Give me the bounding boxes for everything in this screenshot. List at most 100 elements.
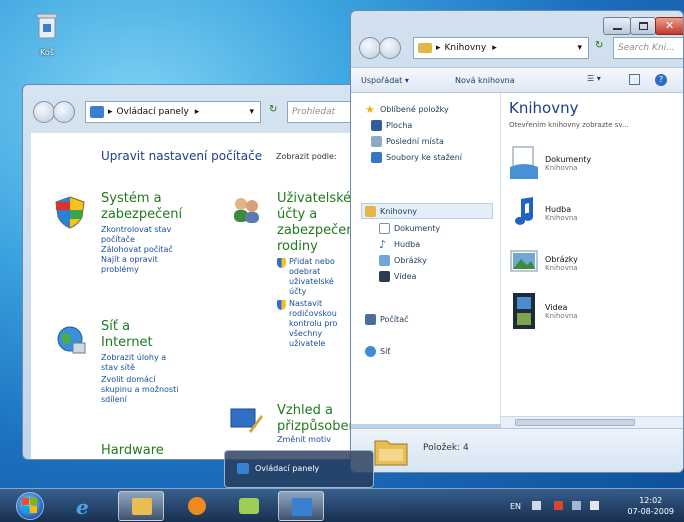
item-name: Obrázky — [545, 254, 578, 264]
keyboard-icon[interactable] — [532, 501, 541, 510]
forward-button[interactable] — [379, 37, 401, 59]
library-item-pictures[interactable]: Obrázky Knihovna — [509, 245, 578, 281]
chevron-down-icon[interactable]: ▾ — [249, 107, 254, 117]
language-indicator[interactable]: EN — [510, 502, 521, 511]
clock[interactable]: 12:02 07-08-2009 — [628, 495, 675, 517]
address-crumb[interactable]: Ovládací panely — [117, 107, 189, 117]
nav-computer[interactable]: Počítač — [365, 311, 409, 327]
action-center-icon[interactable] — [554, 501, 563, 510]
link-change-theme[interactable]: Změnit motiv — [277, 435, 357, 445]
music-library-icon — [515, 197, 533, 225]
recycle-bin-icon — [36, 13, 58, 39]
taskbar-control-panel[interactable] — [278, 491, 324, 521]
preview-pane-icon[interactable] — [629, 74, 640, 85]
help-icon[interactable]: ? — [655, 74, 667, 86]
nav-label: Hudba — [394, 239, 421, 249]
organize-button[interactable]: Uspořádat ▾ — [361, 76, 409, 85]
nav-label: Dokumenty — [394, 223, 441, 233]
breadcrumb-arrow-icon: ▸ — [492, 43, 497, 53]
desktop-icon — [371, 119, 382, 131]
taskbar-explorer[interactable] — [118, 491, 164, 521]
scroll-thumb[interactable] — [515, 419, 635, 426]
taskbar-internet-explorer[interactable]: e — [62, 491, 108, 521]
item-type: Knihovna — [545, 163, 578, 172]
taskbar-media-player[interactable] — [174, 491, 220, 521]
control-panel-window[interactable]: ▸ Ovládací panely ▸ ▾ ↻ Prohledat Upravi… — [22, 84, 362, 460]
category-title[interactable]: účty a — [277, 207, 357, 223]
nav-documents[interactable]: Dokumenty — [379, 220, 440, 236]
item-name: Videa — [545, 302, 568, 312]
taskbar-app[interactable] — [226, 491, 272, 521]
category-title[interactable]: rodiny — [277, 239, 357, 255]
link-add-remove-accounts[interactable]: Přidat nebo odebrat uživatelské účty — [277, 257, 349, 297]
back-button[interactable] — [33, 101, 55, 123]
control-panel-icon — [90, 106, 104, 118]
nav-network[interactable]: Síť — [365, 343, 390, 359]
category-title[interactable]: Hardware — [101, 443, 164, 459]
category-title[interactable]: Vzhled a — [277, 403, 357, 419]
new-library-button[interactable]: Nová knihovna — [455, 76, 515, 85]
start-button[interactable] — [16, 492, 44, 520]
category-title[interactable]: zabezpečení — [277, 223, 358, 239]
link-network-status[interactable]: Zobrazit úlohy a stav sítě — [101, 353, 179, 373]
nav-label: Počítač — [380, 314, 409, 324]
item-name: Hudba — [545, 204, 572, 214]
taskbar-thumbnail[interactable]: Ovládací panely — [224, 450, 374, 488]
nav-music[interactable]: ♪ Hudba — [379, 236, 420, 252]
documents-library-icon — [510, 146, 538, 179]
maximize-icon — [639, 22, 648, 30]
users-icon — [234, 198, 259, 223]
recycle-bin[interactable]: Koš — [30, 12, 64, 59]
clock-date: 07-08-2009 — [627, 507, 675, 516]
folder-icon — [132, 498, 152, 515]
nav-label: Videa — [394, 271, 417, 281]
search-input[interactable]: Search Kni... — [613, 37, 683, 59]
details-pane: Položek: 4 — [351, 428, 683, 472]
back-button[interactable] — [359, 37, 381, 59]
category-title[interactable]: Uživatelské — [277, 191, 357, 207]
category-title[interactable]: Systém a — [101, 191, 182, 207]
category-title[interactable]: Internet — [101, 335, 179, 351]
address-bar[interactable]: ▸ Knihovny ▸ ▾ — [413, 37, 589, 59]
library-item-documents[interactable]: Dokumenty Knihovna — [509, 145, 591, 181]
media-player-icon — [188, 497, 206, 515]
nav-label: Poslední místa — [386, 136, 444, 146]
nav-downloads[interactable]: Soubory ke stažení — [371, 149, 462, 165]
refresh-icon[interactable]: ↻ — [269, 104, 277, 115]
videos-library-icon — [513, 293, 535, 329]
category-title[interactable]: Síť a — [101, 319, 179, 335]
view-options-icon[interactable]: ☰ ▾ — [587, 74, 601, 83]
control-panel-icon — [237, 463, 249, 474]
library-item-videos[interactable]: Videa Knihovna — [509, 291, 578, 331]
forward-button[interactable] — [53, 101, 75, 123]
link-troubleshoot[interactable]: Najít a opravit problémy — [101, 255, 181, 275]
nav-desktop[interactable]: Plocha — [371, 117, 412, 133]
nav-favorites[interactable]: ★ Oblíbené položky — [365, 101, 449, 117]
refresh-icon[interactable]: ↻ — [595, 40, 603, 51]
nav-libraries[interactable]: Knihovny — [361, 203, 493, 219]
close-button[interactable]: ✕ — [655, 17, 683, 35]
minimize-button[interactable] — [603, 17, 631, 35]
link-backup[interactable]: Zálohovat počítač — [101, 245, 181, 255]
libraries-window[interactable]: ✕ ▸ Knihovny ▸ ▾ ↻ Search Kni... Uspořád… — [350, 10, 684, 473]
horizontal-scrollbar[interactable] — [501, 416, 683, 428]
downloads-icon — [371, 151, 382, 163]
address-crumb[interactable]: Knihovny — [445, 43, 487, 53]
maximize-button[interactable] — [630, 17, 656, 35]
address-bar[interactable]: ▸ Ovládací panely ▸ ▾ — [85, 101, 261, 123]
link-homegroup[interactable]: Zvolit domácí skupinu a možnosti sdílení — [101, 375, 179, 405]
library-item-music[interactable]: Hudba Knihovna — [509, 195, 578, 231]
music-icon: ♪ — [379, 237, 387, 251]
link-parental-controls[interactable]: Nastavit rodičovskou kontrolu pro všechn… — [277, 299, 349, 349]
network-icon[interactable] — [572, 501, 581, 510]
category-title[interactable]: zabezpečení — [101, 207, 182, 223]
link-check-status[interactable]: Zkontrolovat stav počítače — [101, 225, 181, 245]
category-title[interactable]: přizpůsobení — [277, 419, 360, 435]
chevron-down-icon[interactable]: ▾ — [577, 43, 582, 53]
item-type: Knihovna — [545, 213, 578, 222]
nav-videos[interactable]: Videa — [379, 268, 416, 284]
view-by-label[interactable]: Zobrazit podle: — [276, 152, 337, 161]
nav-recent-places[interactable]: Poslední místa — [371, 133, 444, 149]
nav-pictures[interactable]: Obrázky — [379, 252, 427, 268]
volume-icon[interactable] — [590, 501, 599, 510]
